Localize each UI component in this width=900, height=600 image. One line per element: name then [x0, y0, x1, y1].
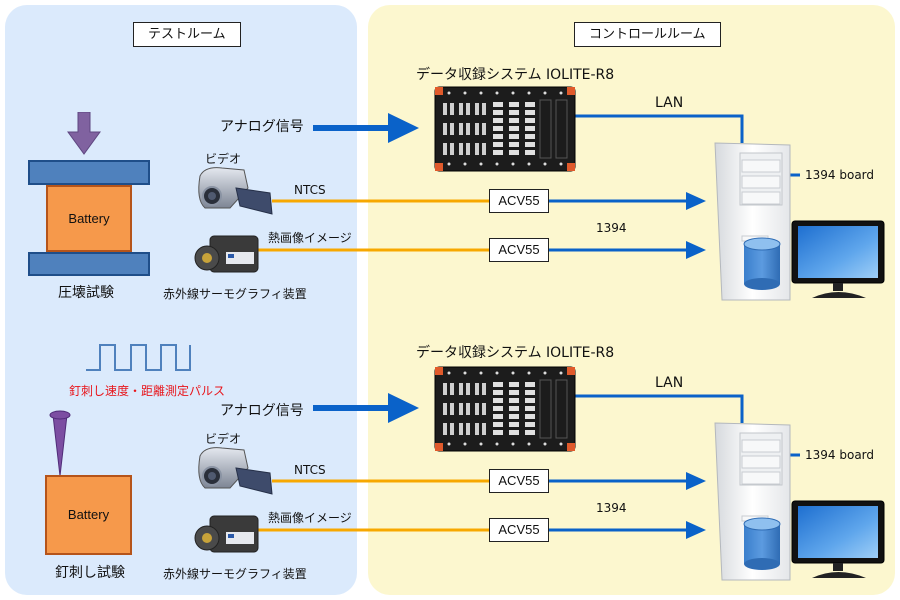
ntcs-label: NTCS: [294, 183, 326, 197]
thermal-camera-icon: [194, 515, 259, 553]
analog-signal-line: [313, 125, 393, 131]
daq-device-icon: [434, 86, 576, 172]
pc-tower-icon: [714, 422, 791, 581]
pulse-waveform-icon: [86, 344, 191, 371]
nail-icon: [49, 410, 71, 477]
test-name: 圧壊試験: [58, 285, 114, 301]
video-1394-arrowhead: [686, 472, 706, 490]
acv55-converter-video: ACV55: [489, 469, 549, 493]
pulse-label: 釘刺し速度・距離測定パルス: [69, 384, 226, 398]
video-camera-icon: [198, 167, 273, 215]
link-label: 1394: [596, 221, 627, 235]
acv55-converter-video: ACV55: [489, 189, 549, 213]
video-1394-arrowhead: [686, 192, 706, 210]
analog-signal-line: [313, 405, 393, 411]
ntcs-label: NTCS: [294, 463, 326, 477]
thermal-camera-icon: [194, 235, 259, 273]
analog-signal-label: アナログ信号: [220, 403, 304, 419]
daq-title: データ収録システム IOLITE-R8: [416, 67, 615, 83]
lan-cable: [573, 114, 744, 143]
acv55-converter-thermal: ACV55: [489, 238, 549, 262]
link-label: 1394: [596, 501, 627, 515]
daq-device-icon: [434, 366, 576, 452]
acv55-converter-thermal: ACV55: [489, 518, 549, 542]
thermal-1394-arrowhead: [686, 521, 706, 539]
thermal-image-label: 熱画像イメージ: [268, 231, 352, 245]
analog-signal-arrowhead: [388, 393, 419, 423]
connections-layer: [194, 86, 885, 581]
lan-label: LAN: [655, 375, 684, 391]
thermal-device-label: 赤外線サーモグラフィ装置: [163, 567, 307, 581]
board-label: 1394 board: [805, 448, 875, 462]
thermal-image-label: 熱画像イメージ: [268, 511, 352, 525]
lan-cable: [573, 394, 744, 423]
press-arrow-icon: [67, 112, 101, 155]
monitor-icon: [791, 220, 885, 298]
battery: Battery: [45, 475, 132, 555]
video-label: ビデオ: [205, 152, 242, 166]
monitor-icon: [791, 500, 885, 578]
battery: Battery: [46, 185, 132, 252]
thermal-1394-arrowhead: [686, 241, 706, 259]
lan-label: LAN: [655, 95, 684, 111]
analog-signal-label: アナログ信号: [220, 119, 304, 135]
board-label: 1394 board: [805, 168, 875, 182]
daq-title: データ収録システム IOLITE-R8: [416, 345, 615, 361]
bottom-press-plate: [28, 252, 150, 276]
top-press-plate: [28, 160, 150, 185]
video-camera-icon: [198, 447, 273, 495]
thermal-device-label: 赤外線サーモグラフィ装置: [163, 287, 307, 301]
analog-signal-arrowhead: [388, 113, 419, 143]
test-name: 釘刺し試験: [55, 565, 125, 581]
pc-tower-icon: [714, 142, 791, 301]
video-label: ビデオ: [205, 432, 242, 446]
